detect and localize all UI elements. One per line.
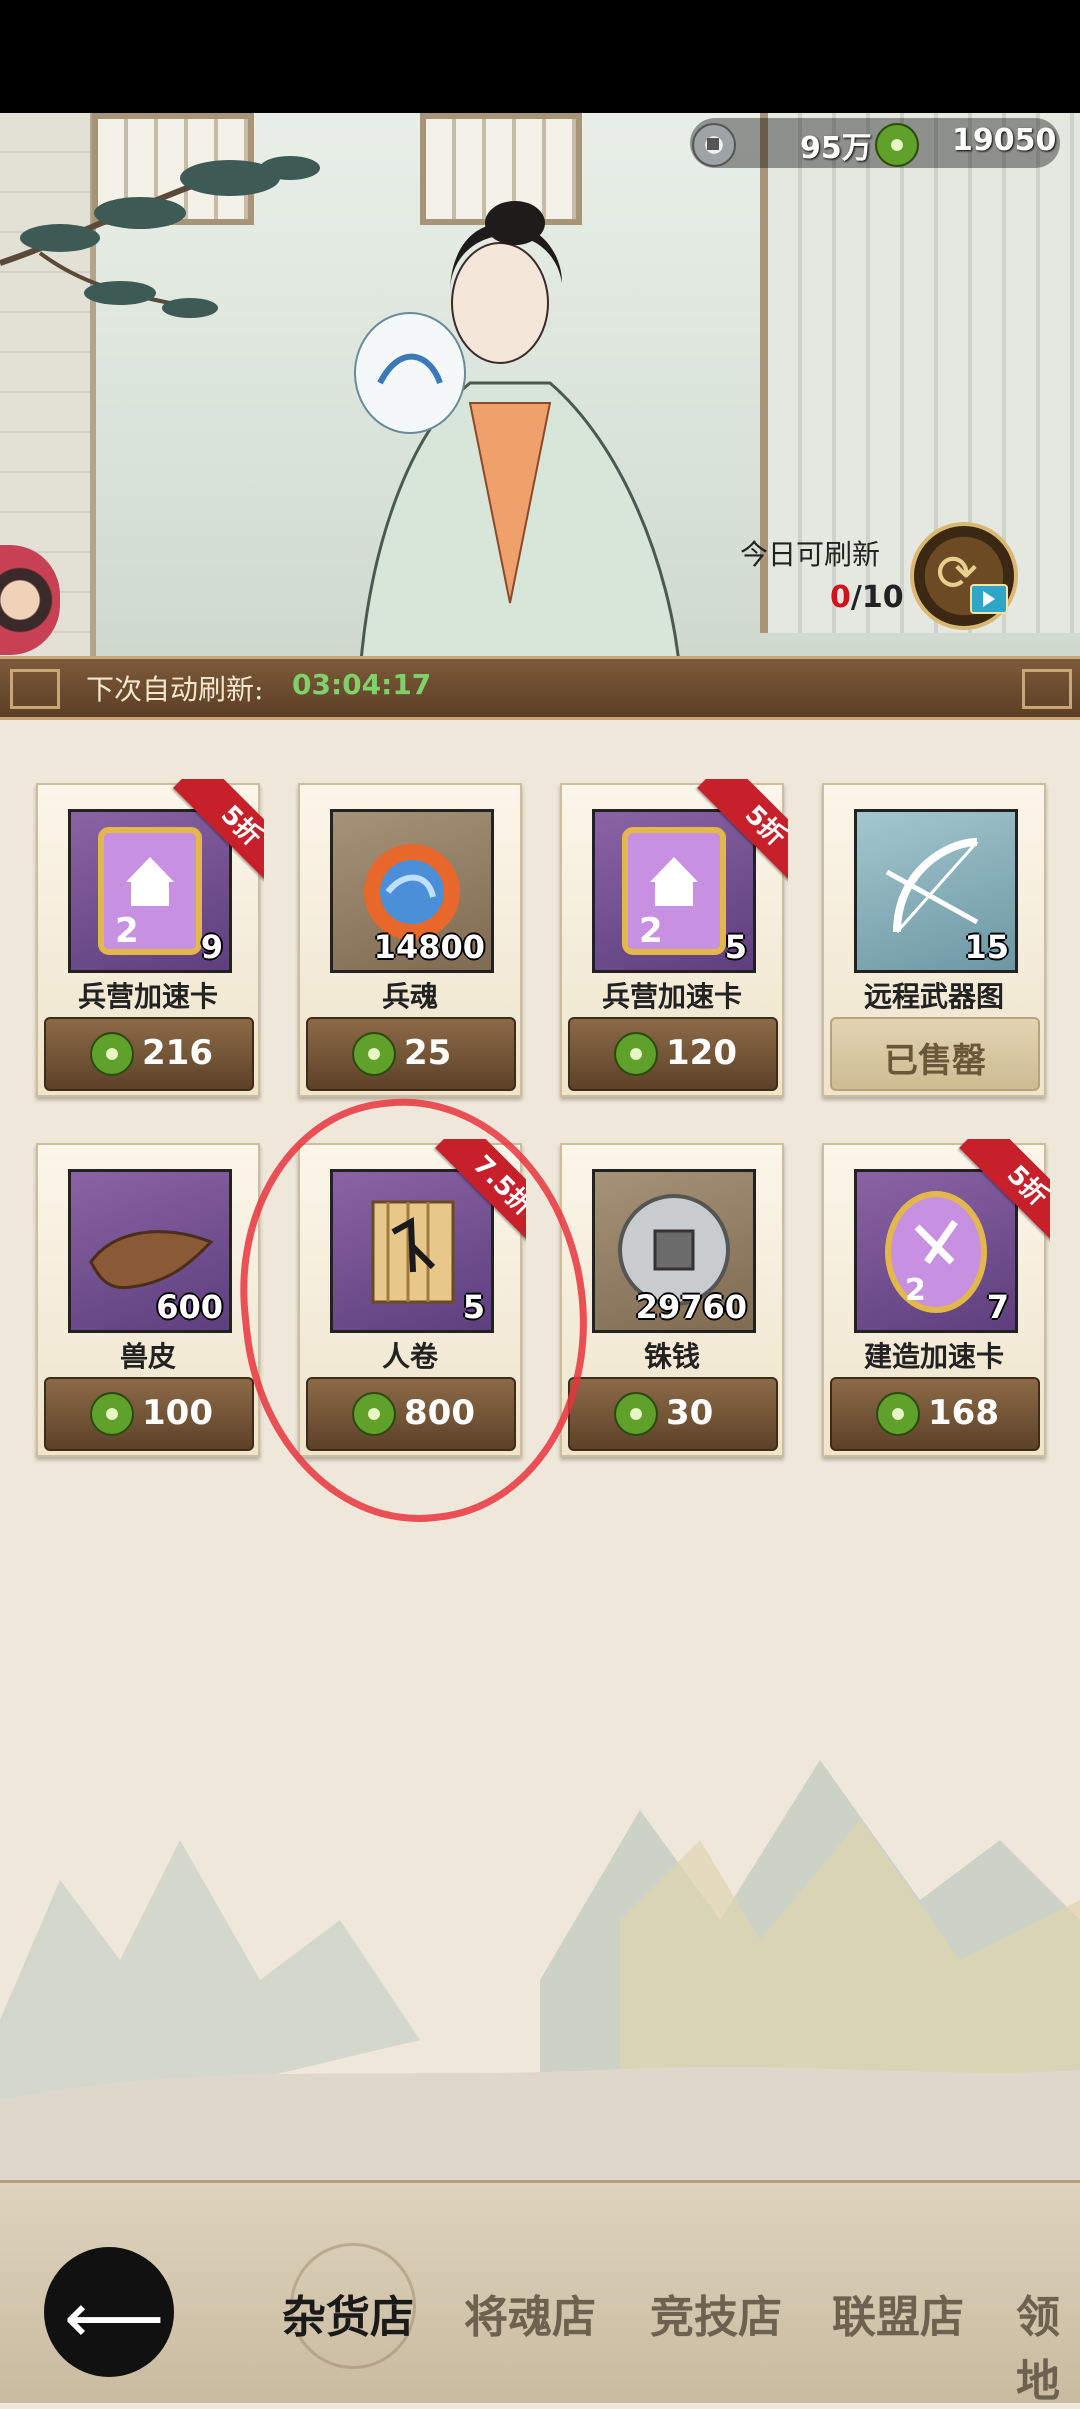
- refresh-total: /10: [850, 580, 904, 615]
- tab-territory-store[interactable]: 领地: [1016, 2281, 1080, 2409]
- copper-amount: 95万: [800, 131, 872, 166]
- shop-item-card[interactable]: 2 7 建造加速卡 168 5折: [822, 1139, 1050, 1457]
- jade-amount: 19050: [952, 123, 1057, 158]
- item-price: 30: [666, 1393, 714, 1433]
- shop-item-card[interactable]: 600 兽皮 100: [36, 1143, 260, 1457]
- item-name: 铢钱: [643, 1340, 700, 1373]
- item-price: 25: [404, 1033, 452, 1073]
- shop-item-card[interactable]: 2 9 兵营加速卡 216 5折: [36, 779, 264, 1097]
- shop-item-card[interactable]: 2 5 兵营加速卡 120 5折: [560, 779, 788, 1097]
- tab-arena-store[interactable]: 竞技店: [650, 2281, 782, 2345]
- item-quantity: 5: [724, 928, 747, 966]
- tab-general-soul-store[interactable]: 将魂店: [464, 2281, 596, 2345]
- item-name: 兵营加速卡: [77, 980, 218, 1013]
- item-quantity: 15: [964, 928, 1009, 966]
- item-icon-box: 600: [68, 1169, 232, 1333]
- item-quantity: 600: [156, 1288, 223, 1326]
- item-quantity: 14800: [373, 928, 485, 966]
- item-quantity: 29760: [635, 1288, 747, 1326]
- buy-button[interactable]: 25: [306, 1017, 516, 1091]
- back-arrow-icon: ⟵: [64, 2277, 165, 2359]
- item-icon-box: 14800: [330, 809, 494, 973]
- character-lady-illustration: [354, 201, 682, 673]
- item-price: 216: [142, 1033, 213, 1073]
- back-button[interactable]: ⟵: [44, 2247, 174, 2377]
- item-name: 兽皮: [119, 1340, 176, 1373]
- svg-text:2: 2: [115, 911, 139, 951]
- video-ad-icon: [970, 584, 1008, 614]
- item-quantity: 9: [200, 928, 223, 966]
- jade-coin-icon: [352, 1032, 396, 1076]
- item-icon-box: 15: [854, 809, 1018, 973]
- jade-coin-icon: [876, 1392, 920, 1436]
- auto-refresh-label: 下次自动刷新:: [86, 673, 264, 706]
- refresh-used: 0: [830, 580, 851, 615]
- shop-item-card[interactable]: 15 远程武器图 已售罄: [822, 783, 1046, 1097]
- tab-alliance-store[interactable]: 联盟店: [832, 2281, 964, 2345]
- bar-ornament: [10, 669, 60, 709]
- refresh-button[interactable]: ⟳: [910, 522, 1018, 630]
- svg-text:2: 2: [905, 1273, 926, 1308]
- sold-out-label: 已售罄: [830, 1017, 1040, 1091]
- jade-coin-icon: [614, 1032, 658, 1076]
- shop-tab-bar: ⟵ 杂货店 将魂店 竞技店 联盟店 领地: [0, 2180, 1080, 2407]
- buy-button[interactable]: 100: [44, 1377, 254, 1451]
- auto-refresh-timer: 03:04:17: [292, 668, 432, 701]
- status-bar: [0, 0, 1080, 113]
- refresh-label: 今日可刷新: [740, 538, 881, 571]
- auto-refresh-bar: 下次自动刷新: 03:04:17: [0, 656, 1080, 720]
- bar-ornament: [1022, 669, 1072, 709]
- discount-ribbon: 5折: [154, 779, 264, 889]
- mountain-landscape-decoration: [0, 1760, 1080, 2180]
- item-name: 远程武器图: [863, 980, 1004, 1013]
- svg-text:2: 2: [639, 911, 663, 951]
- item-name: 建造加速卡: [863, 1340, 1004, 1373]
- jade-coin-icon: [875, 123, 919, 167]
- pine-branch-illustration: [0, 156, 320, 318]
- jade-coin-icon: [90, 1032, 134, 1076]
- buy-button[interactable]: 120: [568, 1017, 778, 1091]
- buy-button[interactable]: 216: [44, 1017, 254, 1091]
- discount-label: 5折: [173, 779, 264, 889]
- item-price: 168: [928, 1393, 999, 1433]
- item-price: 120: [666, 1033, 737, 1073]
- discount-ribbon: 5折: [678, 779, 788, 889]
- tab-general-store[interactable]: 杂货店: [282, 2281, 414, 2345]
- shop-item-card[interactable]: 29760 铢钱 30: [560, 1143, 784, 1457]
- sold-out-text: 已售罄: [884, 1041, 986, 1081]
- discount-label: 5折: [959, 1139, 1050, 1249]
- highlight-circle-annotation: [220, 1081, 608, 1539]
- buy-button[interactable]: 168: [830, 1377, 1040, 1451]
- item-name: 兵营加速卡: [601, 980, 742, 1013]
- jade-coin-icon: [614, 1392, 658, 1436]
- buy-button[interactable]: 30: [568, 1377, 778, 1451]
- refresh-count: 0/10: [830, 580, 904, 615]
- discount-ribbon: 5折: [940, 1139, 1050, 1249]
- item-price: 100: [142, 1393, 213, 1433]
- item-name: 兵魂: [381, 980, 438, 1013]
- item-quantity: 7: [986, 1288, 1009, 1326]
- discount-label: 5折: [697, 779, 788, 889]
- shop-item-card[interactable]: 14800 兵魂 25: [298, 783, 522, 1097]
- copper-coin-icon: [692, 123, 736, 167]
- jade-coin-icon: [90, 1392, 134, 1436]
- item-icon-box: 29760: [592, 1169, 756, 1333]
